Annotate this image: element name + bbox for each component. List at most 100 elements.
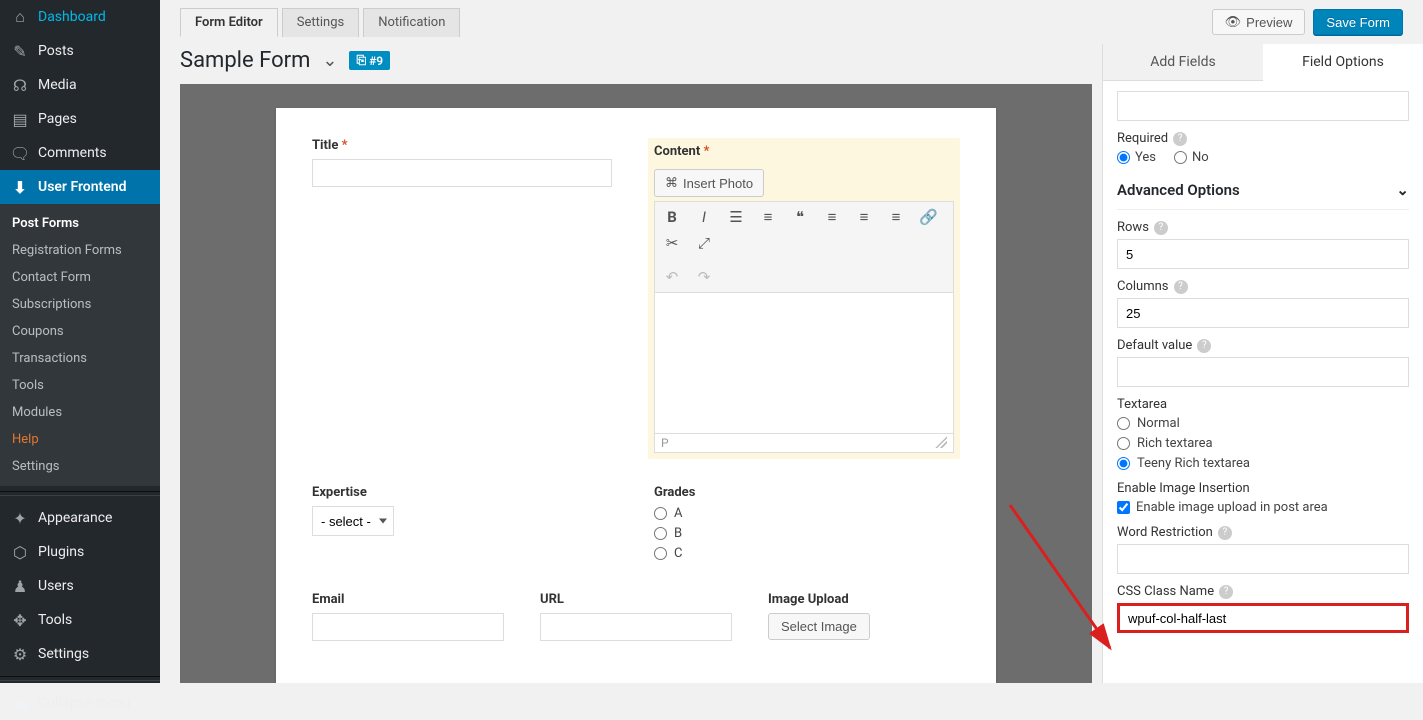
menu-settings[interactable]: ⚙Settings (0, 637, 160, 671)
submenu-modules[interactable]: Modules (0, 399, 160, 426)
default-value-input[interactable] (1117, 357, 1409, 387)
field-url-input[interactable] (540, 613, 732, 641)
save-form-button[interactable]: Save Form (1313, 9, 1403, 35)
field-image-upload[interactable]: Image Upload Select Image (768, 592, 960, 641)
textarea-rich-radio[interactable] (1117, 437, 1130, 450)
grade-radio-b[interactable] (654, 527, 667, 540)
field-expertise-label: Expertise (312, 485, 618, 500)
help-icon: ? (1197, 339, 1211, 353)
required-no-option[interactable]: No (1174, 150, 1209, 165)
submenu-subscriptions[interactable]: Subscriptions (0, 291, 160, 318)
menu-media[interactable]: ☊Media (0, 68, 160, 102)
field-title[interactable]: Title * (312, 138, 612, 459)
editor-textarea[interactable] (655, 293, 953, 433)
tab-settings[interactable]: Settings (282, 8, 359, 37)
menu-posts[interactable]: ✎Posts (0, 34, 160, 68)
unlink-icon[interactable]: ✂ (663, 234, 681, 252)
field-image-upload-label: Image Upload (768, 592, 960, 607)
textarea-type-label: Textarea (1117, 397, 1409, 412)
help-icon: ? (1218, 526, 1232, 540)
main-content: Form Editor Settings Notification 👁Previ… (160, 0, 1423, 683)
submenu-help[interactable]: Help (0, 426, 160, 453)
submenu-registration-forms[interactable]: Registration Forms (0, 237, 160, 264)
link-icon[interactable]: 🔗 (919, 208, 937, 226)
tab-notification[interactable]: Notification (363, 8, 460, 37)
menu-dashboard[interactable]: ⌂Dashboard (0, 0, 160, 34)
required-yes-radio[interactable] (1117, 151, 1130, 164)
expertise-select-wrap[interactable]: - select - (312, 506, 394, 536)
align-left-icon[interactable]: ≡ (823, 208, 841, 226)
submenu-settings[interactable]: Settings (0, 453, 160, 480)
advanced-options-header[interactable]: Advanced Options ⌄ (1117, 171, 1409, 210)
ol-icon[interactable]: ≡ (759, 208, 777, 226)
css-class-input[interactable] (1117, 603, 1409, 633)
user-frontend-icon: ⬇ (10, 177, 30, 197)
tab-form-editor[interactable]: Form Editor (180, 8, 278, 37)
required-no-radio[interactable] (1174, 151, 1187, 164)
wrench-icon: ✥ (10, 610, 30, 630)
quote-icon[interactable]: ❝ (791, 208, 809, 226)
insert-photo-button[interactable]: ⌘Insert Photo (654, 169, 764, 197)
submenu-post-forms[interactable]: Post Forms (0, 210, 160, 237)
textarea-normal-radio[interactable] (1117, 417, 1130, 430)
menu-users[interactable]: ♟Users (0, 569, 160, 603)
field-url[interactable]: URL (540, 592, 732, 641)
field-email[interactable]: Email (312, 592, 504, 641)
collapse-menu[interactable]: ◀Collapse menu (0, 686, 160, 720)
right-panel-body[interactable]: Required? Yes No Advanced Options ⌄ Rows… (1103, 81, 1423, 683)
field-content-label: Content * (654, 144, 954, 163)
textarea-teeny-radio[interactable] (1117, 457, 1130, 470)
form-title[interactable]: Sample Form (180, 48, 310, 73)
menu-appearance[interactable]: ✦Appearance (0, 501, 160, 535)
word-restriction-input[interactable] (1117, 544, 1409, 574)
grade-radio-a[interactable] (654, 507, 667, 520)
chevron-down-icon: ⌄ (1396, 181, 1409, 199)
editor-statusbar: P (655, 433, 953, 452)
top-bar: Form Editor Settings Notification 👁Previ… (160, 0, 1423, 44)
italic-icon[interactable]: I (695, 208, 713, 226)
help-text-input[interactable] (1117, 91, 1409, 121)
submenu-contact-form[interactable]: Contact Form (0, 264, 160, 291)
menu-separator (0, 491, 160, 496)
form-canvas-wrap: Title * Content * ⌘Insert Photo B I ☰ ≡ … (180, 84, 1092, 683)
form-id-badge[interactable]: ⎘#9 (349, 51, 390, 70)
field-title-label: Title * (312, 138, 612, 153)
field-title-input[interactable] (312, 159, 612, 187)
undo-icon[interactable]: ↶ (663, 268, 681, 286)
align-center-icon[interactable]: ≡ (855, 208, 873, 226)
ul-icon[interactable]: ☰ (727, 208, 745, 226)
field-expertise[interactable]: Expertise - select - (312, 485, 618, 566)
enable-image-upload-checkbox[interactable] (1117, 501, 1130, 514)
expertise-select[interactable]: - select - (313, 507, 393, 535)
submenu-coupons[interactable]: Coupons (0, 318, 160, 345)
align-right-icon[interactable]: ≡ (887, 208, 905, 226)
submenu-tools[interactable]: Tools (0, 372, 160, 399)
menu-user-frontend[interactable]: ⬇User Frontend (0, 170, 160, 204)
columns-input[interactable] (1117, 298, 1409, 328)
field-email-label: Email (312, 592, 504, 607)
tab-add-fields[interactable]: Add Fields (1103, 44, 1263, 80)
required-yes-option[interactable]: Yes (1117, 150, 1156, 165)
redo-icon[interactable]: ↷ (695, 268, 713, 286)
bold-icon[interactable]: B (663, 208, 681, 226)
rows-input[interactable] (1117, 239, 1409, 269)
fullscreen-icon[interactable]: ⤢ (695, 234, 713, 252)
dashboard-icon: ⌂ (10, 7, 30, 27)
submenu-transactions[interactable]: Transactions (0, 345, 160, 372)
resize-handle-icon[interactable] (935, 436, 947, 448)
grade-radio-c[interactable] (654, 547, 667, 560)
eye-icon: 👁 (1225, 14, 1242, 30)
help-icon: ? (1154, 221, 1168, 235)
preview-button[interactable]: 👁Preview (1212, 9, 1306, 35)
tab-field-options[interactable]: Field Options (1263, 44, 1423, 81)
top-actions: 👁Preview Save Form (1212, 9, 1423, 35)
menu-tools[interactable]: ✥Tools (0, 603, 160, 637)
chevron-down-icon[interactable]: ⌄ (322, 50, 337, 71)
menu-comments[interactable]: 🗨Comments (0, 136, 160, 170)
field-email-input[interactable] (312, 613, 504, 641)
menu-pages[interactable]: ▤Pages (0, 102, 160, 136)
select-image-button[interactable]: Select Image (768, 613, 870, 640)
menu-plugins[interactable]: ⬡Plugins (0, 535, 160, 569)
field-grades[interactable]: Grades A B C (654, 485, 960, 566)
field-content[interactable]: Content * ⌘Insert Photo B I ☰ ≡ ❝ ≡ ≡ ≡ (648, 138, 960, 459)
